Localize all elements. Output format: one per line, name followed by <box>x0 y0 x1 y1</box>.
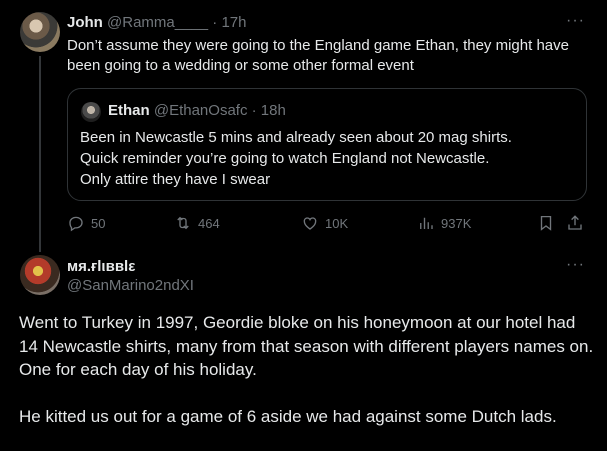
like-button[interactable]: 10K <box>301 212 348 234</box>
share-upload-icon <box>568 215 582 230</box>
repost-button[interactable]: 464 <box>174 212 220 234</box>
avatar-ethan <box>81 102 101 122</box>
repost-arrows-icon <box>177 216 189 230</box>
views-button[interactable]: 937K <box>417 212 471 234</box>
avatar-sanmarino[interactable] <box>20 255 60 295</box>
tweet-john[interactable]: John @Ramma____ · 17h ··· Don’t assume t… <box>0 0 607 252</box>
bar-chart-icon <box>420 217 433 229</box>
author-handle[interactable]: @Ramma____ <box>107 14 208 31</box>
quoted-tweet-time: 18h <box>260 102 286 119</box>
repost-count: 464 <box>198 215 220 231</box>
quoted-tweet[interactable]: Ethan @EthanOsafc · 18h Been in Newcastl… <box>67 88 587 201</box>
tweet-time[interactable]: 17h <box>221 14 246 31</box>
share-button[interactable] <box>566 212 590 234</box>
author-name[interactable]: мя.ғlιввlε <box>67 257 135 277</box>
like-count: 10K <box>325 215 349 231</box>
more-dots-icon[interactable]: ··· <box>566 257 584 278</box>
separator-dot: · <box>212 14 218 31</box>
bookmark-icon <box>540 215 552 231</box>
tweet-text: Went to Turkey in 1997, Geordie bloke on… <box>19 311 594 451</box>
reply-button[interactable]: 50 <box>67 212 105 234</box>
tweet-paragraph: Went to Turkey in 1997, Geordie bloke on… <box>19 313 594 379</box>
avatar-john[interactable] <box>20 12 60 52</box>
author-name[interactable]: John <box>67 14 103 31</box>
quoted-line: Quick reminder you’re going to watch Eng… <box>80 150 490 167</box>
quoted-author-name: Ethan <box>108 102 150 119</box>
reply-bubble-icon <box>69 216 83 232</box>
tweet-action-bar: 50 464 10K 937K <box>67 212 587 234</box>
quoted-tweet-header: Ethan @EthanOsafc · 18h <box>108 101 286 121</box>
quoted-author-handle: @EthanOsafc <box>153 102 248 119</box>
tweet-paragraph: He kitted us out for a game of 6 aside w… <box>19 406 557 426</box>
bookmark-button[interactable] <box>537 212 561 234</box>
reply-count: 50 <box>91 215 106 231</box>
more-dots-icon[interactable]: ··· <box>566 13 584 34</box>
tweet-header: John @Ramma____ · 17h <box>67 13 247 33</box>
thread-connector-line <box>39 56 41 252</box>
quoted-line: Been in Newcastle 5 mins and already see… <box>80 129 512 146</box>
separator-dot: · <box>251 102 257 119</box>
author-handle[interactable]: @SanMarino2ndXI <box>67 276 194 296</box>
quoted-line: Only attire they have I swear <box>80 171 271 188</box>
quoted-tweet-text: Been in Newcastle 5 mins and already see… <box>80 127 575 190</box>
heart-icon <box>303 217 317 230</box>
views-count: 937K <box>441 215 472 231</box>
tweet-text: Don’t assume they were going to the Engl… <box>67 37 569 74</box>
